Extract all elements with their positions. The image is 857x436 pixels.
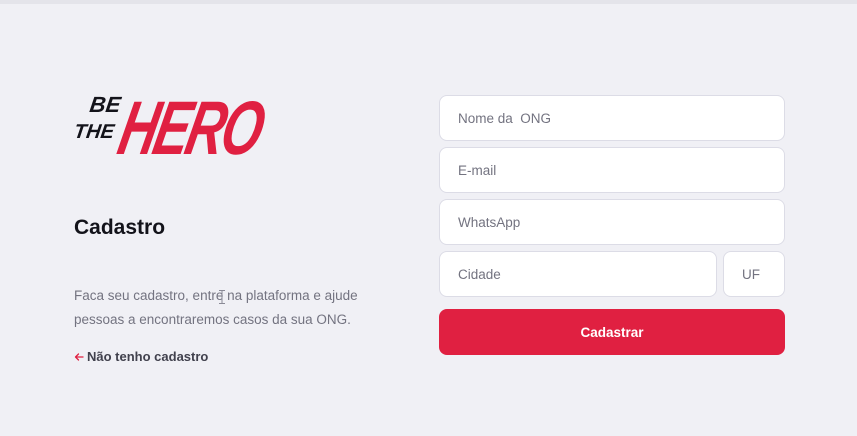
ong-name-input[interactable] [439,95,785,141]
logo-text-the: THE [74,121,116,143]
logo-text-be: BE [88,92,123,117]
uf-input[interactable] [723,251,785,297]
whatsapp-input[interactable] [439,199,785,245]
arrow-left-icon [74,352,84,361]
top-strip [0,0,857,4]
logo-text-hero: HERO [112,86,270,162]
register-button[interactable]: Cadastrar [439,309,785,355]
email-input[interactable] [439,147,785,193]
be-the-hero-logo: BE THE HERO [74,86,270,162]
text-cursor-icon [219,290,225,304]
back-link-label: Não tenho cadastro [87,349,209,364]
city-input[interactable] [439,251,717,297]
page-title: Cadastro [74,216,166,239]
back-link[interactable]: Não tenho cadastro [74,349,208,364]
page-description: Faca seu cadastro, entre na plataforma e… [74,287,358,327]
